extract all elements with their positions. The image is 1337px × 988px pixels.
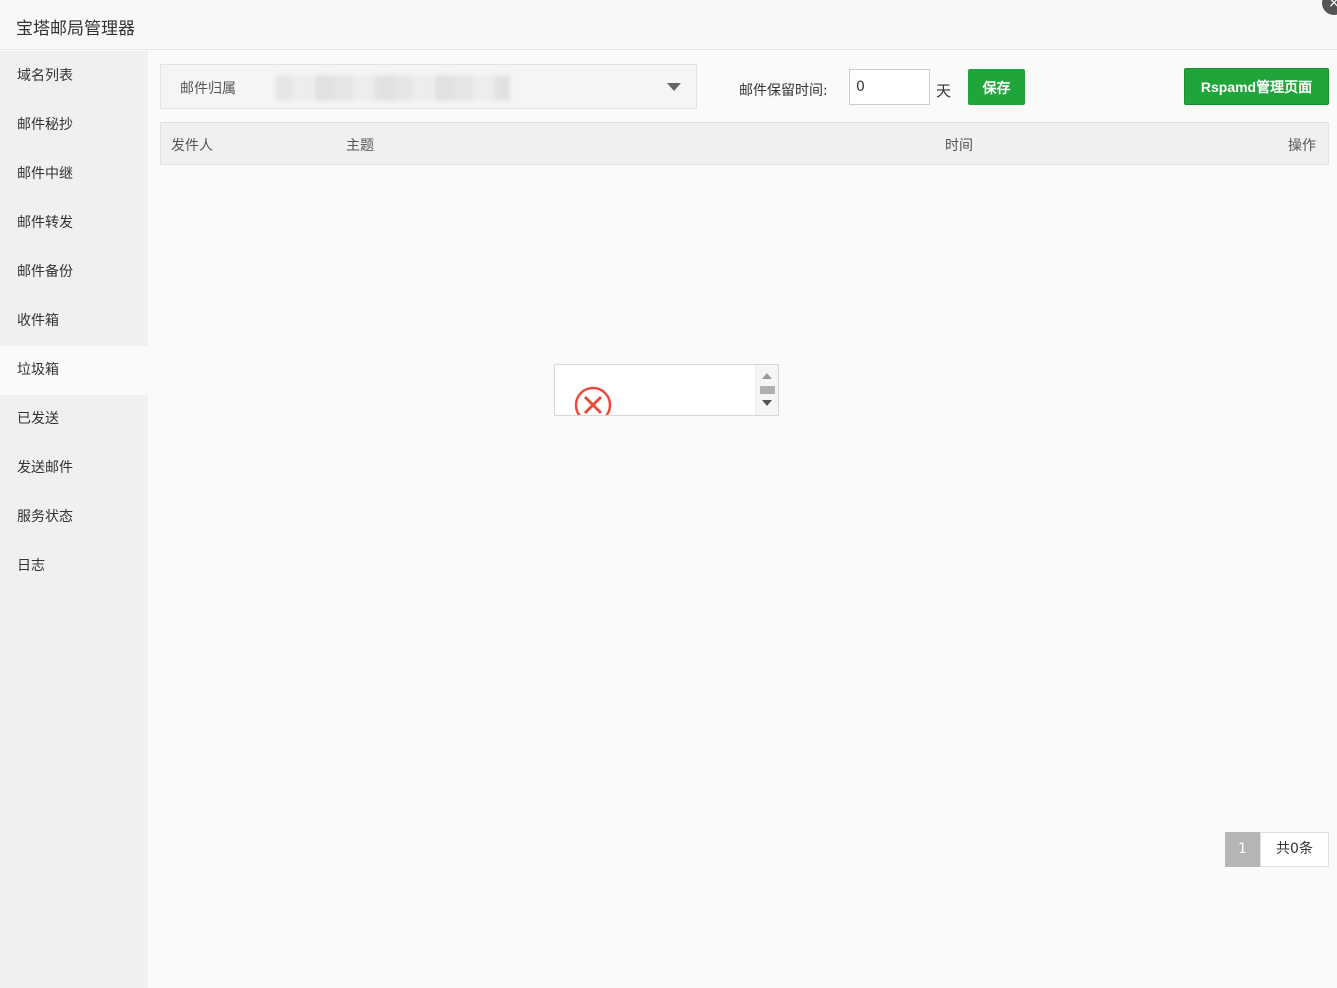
sidebar-item-mail-relay[interactable]: 邮件中继 [0, 150, 148, 199]
sidebar-item-sent[interactable]: 已发送 [0, 395, 148, 444]
retention-unit: 天 [936, 82, 952, 100]
column-sender: 发件人 [171, 138, 213, 154]
mail-owner-select[interactable]: 邮件归属 [160, 64, 697, 109]
mail-table-header: 发件人 主题 时间 操作 [160, 122, 1329, 165]
scroll-down-icon[interactable] [762, 400, 772, 406]
sidebar-item-compose[interactable]: 发送邮件 [0, 444, 148, 493]
scroll-up-icon[interactable] [762, 373, 772, 379]
page-number-current[interactable]: 1 [1225, 832, 1260, 867]
scroll-thumb[interactable] [760, 386, 775, 394]
retention-label: 邮件保留时间: [739, 83, 828, 99]
rspamd-admin-button[interactable]: Rspamd管理页面 [1184, 68, 1329, 105]
retention-input[interactable] [849, 69, 930, 105]
sidebar-item-inbox[interactable]: 收件箱 [0, 297, 148, 346]
sidebar-item-mail-forward[interactable]: 邮件转发 [0, 199, 148, 248]
sidebar-item-spam[interactable]: 垃圾箱 [0, 346, 148, 395]
sidebar-item-domain-list[interactable]: 域名列表 [0, 51, 148, 101]
sidebar: 域名列表 邮件秘抄 邮件中继 邮件转发 邮件备份 收件箱 垃圾箱 已发送 发送邮… [0, 51, 148, 988]
column-actions: 操作 [1288, 138, 1316, 154]
column-time: 时间 [945, 138, 973, 154]
title-bar: 宝塔邮局管理器 [0, 0, 1337, 50]
sidebar-item-mail-bcc[interactable]: 邮件秘抄 [0, 101, 148, 150]
window-title: 宝塔邮局管理器 [16, 19, 135, 39]
load-error-box [554, 364, 779, 416]
column-subject: 主题 [346, 138, 374, 154]
save-button[interactable]: 保存 [968, 69, 1025, 105]
page-total-count: 共0条 [1260, 832, 1329, 867]
close-icon: × [1328, 0, 1337, 11]
error-box-scrollbar[interactable] [755, 365, 778, 415]
chevron-down-icon [667, 83, 681, 91]
sidebar-item-logs[interactable]: 日志 [0, 542, 148, 591]
error-circle-icon [574, 386, 612, 415]
mail-owner-label: 邮件归属 [180, 81, 236, 97]
sidebar-item-service-status[interactable]: 服务状态 [0, 493, 148, 542]
sidebar-item-mail-backup[interactable]: 邮件备份 [0, 248, 148, 297]
mail-owner-value-blurred [275, 75, 510, 101]
